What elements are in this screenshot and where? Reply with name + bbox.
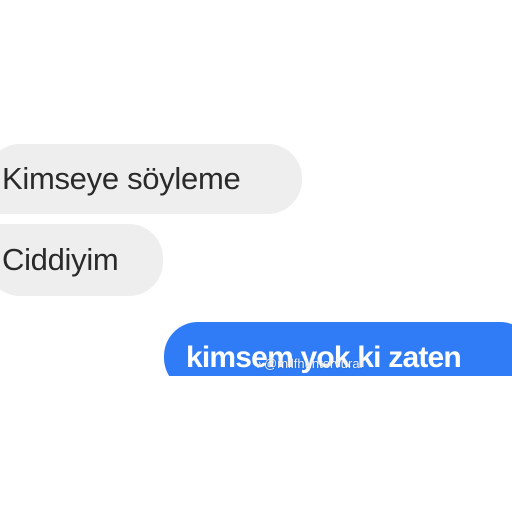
received-message-bubble: Ciddiyim [0,224,163,296]
received-message-bubble: Kimseye söyleme [0,144,302,214]
message-text: Ciddiyim [2,242,119,277]
tiktok-watermark: ♪ @milfhuntervural [256,356,362,372]
music-note-icon: ♪ [256,357,262,371]
message-text: Kimseye söyleme [2,161,241,196]
watermark-handle: @milfhuntervural [264,356,363,371]
screenshot-frame: Kimseye söyleme Ciddiyim kimsem yok ki z… [0,0,512,512]
chat-thread: Kimseye söyleme Ciddiyim kimsem yok ki z… [0,140,512,376]
